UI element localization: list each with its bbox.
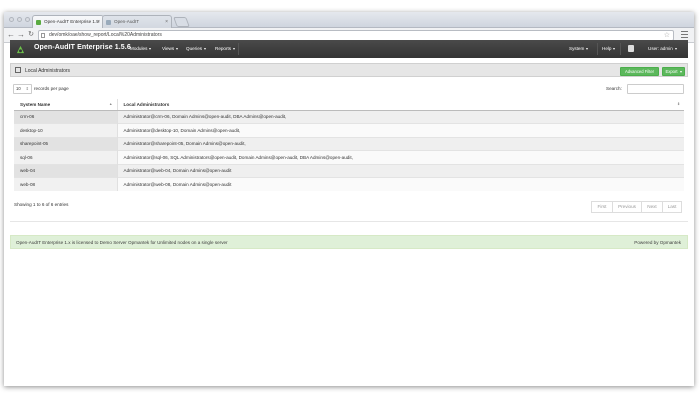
nav-queries[interactable]: Queries [186,46,207,51]
export-button[interactable]: Export [662,67,685,76]
panel-divider [10,221,688,222]
column-header-label: System Name [20,101,51,107]
table-row[interactable]: web-08 Administrator@web-08, Domain Admi… [14,177,684,191]
pagination-next-button[interactable]: Next [641,201,663,213]
pagination-previous-button[interactable]: Previous [612,201,642,213]
nav-system[interactable]: System [569,46,589,51]
records-per-page-label: records per page [34,86,69,91]
page-length-select[interactable]: 10 ⇕ [13,84,32,94]
local-administrators-cell: Administrator@web-08, Domain Admins@open… [117,177,684,191]
table-row[interactable]: crm-06 Administrator@crm-06, Domain Admi… [14,109,684,124]
search-label: Search: [606,86,622,91]
nav-system-label: System [569,46,585,51]
list-icon [15,67,21,73]
chevron-down-icon [613,47,616,50]
table-row[interactable]: sql-06 Administrator@sql-06, SQL Adminis… [14,150,684,164]
select-arrows-icon: ⇕ [25,86,29,91]
powered-by-text[interactable]: Powered by Opmantek [634,240,681,245]
system-name-cell[interactable]: crm-06 [14,109,118,124]
column-header-label: Local Administrators [123,101,170,107]
pagination: First Previous Next Last [591,201,682,213]
pagination-first-button[interactable]: First [591,201,613,213]
license-footer: Open-AudIT Enterprise 1.x is licensed to… [10,235,688,249]
system-name-cell[interactable]: sharepoint-05 [14,136,118,151]
local-administrators-cell: Administrator@sharepoint-05, Domain Admi… [117,136,684,151]
open-audit-logo-icon [16,45,25,54]
nav-user-label: User: admin [648,46,673,51]
chevron-down-icon [586,47,589,50]
page-title: Local Administrators [25,67,71,74]
chevron-down-icon [233,47,236,50]
nav-help[interactable]: Help [602,46,616,51]
nav-queries-label: Queries [186,46,203,51]
nav-views-label: Views [162,46,175,51]
system-name-cell[interactable]: sql-06 [14,150,118,164]
local-administrators-cell: Administrator@crm-06, Domain Admins@open… [117,109,684,124]
nav-reports-label: Reports [215,46,232,51]
export-label: Export [665,69,678,74]
nav-modules-label: Modules [130,46,148,51]
chevron-down-icon [679,70,682,73]
system-name-cell[interactable]: web-04 [14,163,118,178]
sort-ascending-icon: ▲ [109,102,113,106]
nav-modules[interactable]: Modules [130,46,152,51]
user-icon [628,45,634,52]
local-administrators-cell: Administrator@sql-06, SQL Administrators… [117,150,684,164]
local-administrators-cell: Administrator@desktop-10, Domain Admins@… [117,123,684,137]
nav-user[interactable]: User: admin [648,46,677,51]
system-name-cell[interactable]: desktop-10 [14,123,118,137]
table-row[interactable]: sharepoint-05 Administrator@sharepoint-0… [14,136,684,151]
chevron-down-icon [674,47,677,50]
table-info-text: Showing 1 to 6 of 6 entries [14,202,69,207]
panel-header: Local Administrators Advanced Filter Exp… [10,63,688,77]
local-administrators-cell: Administrator@web-04, Domain Admins@open… [117,163,684,178]
local-administrators-table: System Name ▲ Local Administrators ⇕ crm-0… [14,99,684,191]
table-row[interactable]: desktop-10 Administrator@desktop-10, Dom… [14,123,684,137]
system-name-cell[interactable]: web-08 [14,177,118,191]
nav-help-label: Help [602,46,612,51]
column-header-system-name[interactable]: System Name ▲ [14,99,118,111]
chevron-down-icon [204,47,207,50]
table-header-row: System Name ▲ Local Administrators ⇕ [14,99,684,111]
search-input[interactable] [627,84,684,94]
chevron-down-icon [149,47,152,50]
sort-icon: ⇕ [677,102,680,106]
advanced-filter-button[interactable]: Advanced Filter [620,67,659,76]
pagination-last-button[interactable]: Last [662,201,682,213]
app-brand[interactable]: Open-AudIT Enterprise 1.5.6 [34,44,131,51]
column-header-local-administrators[interactable]: Local Administrators ⇕ [117,99,684,111]
page-viewport: Open-AudIT Enterprise 1.5.6 Modules View… [4,12,694,386]
chevron-down-icon [176,47,179,50]
nav-divider [238,43,239,55]
nav-reports[interactable]: Reports [215,46,236,51]
nav-views[interactable]: Views [162,46,179,51]
app-navbar: Open-AudIT Enterprise 1.5.6 Modules View… [10,40,688,58]
page-length-value: 10 [16,86,21,91]
nav-divider [597,43,598,55]
license-text: Open-AudIT Enterprise 1.x is licensed to… [16,239,228,245]
nav-divider [620,43,621,55]
table-row[interactable]: web-04 Administrator@web-04, Domain Admi… [14,163,684,178]
